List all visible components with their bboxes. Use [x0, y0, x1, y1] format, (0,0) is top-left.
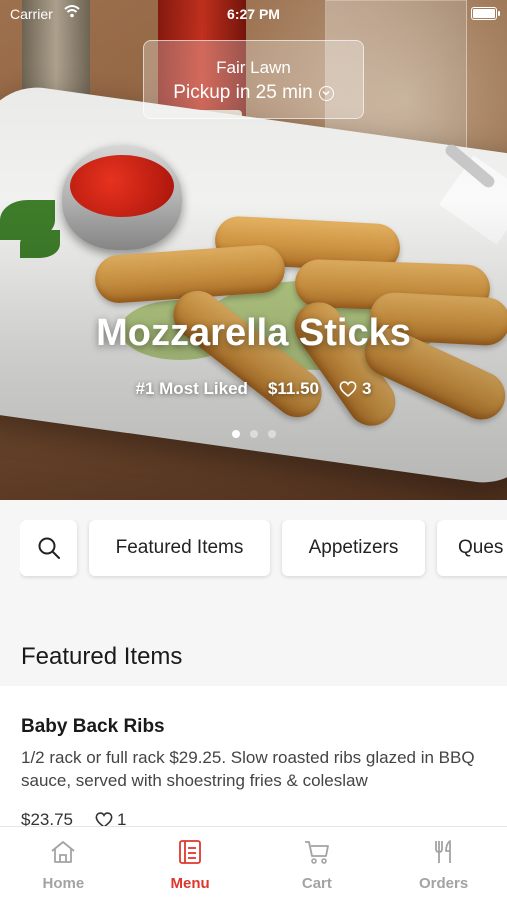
tab-label: Cart [301, 875, 332, 892]
battery-icon [471, 7, 500, 20]
hero-price: $11.50 [267, 379, 319, 398]
chevron-down-icon [318, 85, 334, 101]
hero-meta: #1 Most Liked $11.50 3 [0, 379, 507, 399]
tab-menu[interactable]: Menu [127, 827, 254, 901]
category-chip-ques[interactable]: Ques [437, 520, 507, 576]
item-description: 1/2 rack or full rack $29.25. Slow roast… [21, 748, 475, 790]
tab-home[interactable]: Home [0, 827, 127, 901]
clock: 6:27 PM [227, 6, 280, 22]
carousel-dots[interactable] [0, 430, 507, 438]
carousel-dot[interactable] [267, 430, 276, 438]
search-button[interactable] [20, 520, 77, 576]
location-city: Fair Lawn [216, 58, 291, 77]
tab-label: Menu [170, 875, 210, 892]
pickup-time: Pickup in 25 min [173, 82, 313, 103]
tab-orders[interactable]: Orders [380, 827, 507, 901]
cart-icon [304, 841, 329, 864]
tab-cart[interactable]: Cart [254, 827, 381, 901]
home-icon [51, 841, 75, 863]
search-icon [38, 537, 60, 559]
menu-icon [179, 840, 202, 864]
menu-item-card[interactable]: Baby Back Ribs 1/2 rack or full rack $29… [0, 686, 507, 846]
item-name: Baby Back Ribs [21, 716, 165, 737]
tab-bar: Home Menu Cart Orders [0, 826, 507, 901]
carousel-dot[interactable] [249, 430, 258, 438]
hero-title: Mozzarella Sticks [96, 312, 411, 354]
tab-label: Orders [419, 875, 469, 892]
hero-like-button[interactable]: 3 [339, 379, 371, 399]
carousel-dot[interactable] [231, 430, 240, 438]
category-chip-appetizers[interactable]: Appetizers [282, 520, 425, 576]
category-chip-featured-items[interactable]: Featured Items [89, 520, 270, 576]
location-pickup-selector[interactable]: Fair Lawn Pickup in 25 min [143, 40, 364, 119]
status-bar: Carrier 6:27 PM [0, 0, 507, 28]
fork-knife-icon [434, 840, 451, 863]
tab-label: Home [42, 875, 85, 892]
section-title: Featured Items [21, 643, 183, 670]
most-liked-badge: #1 Most Liked [135, 379, 248, 398]
heart-icon [339, 381, 357, 397]
category-bar: Featured Items Appetizers Ques [20, 520, 507, 580]
hero-like-count: 3 [362, 379, 372, 398]
